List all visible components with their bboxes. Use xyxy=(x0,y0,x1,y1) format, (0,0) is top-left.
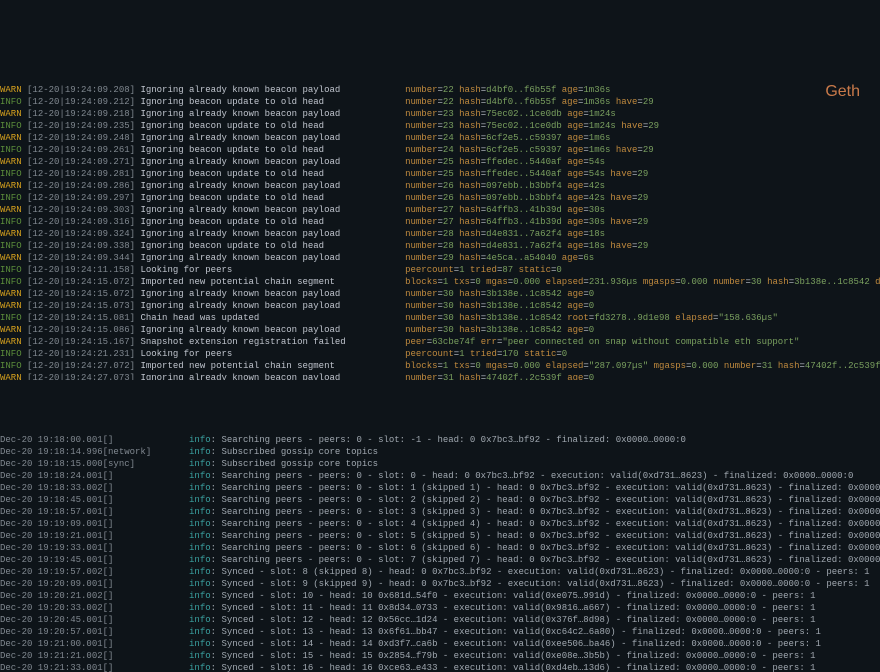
log-line: Dec-20 19:18:57.001[] info: Searching pe… xyxy=(0,506,880,518)
log-line: Dec-20 19:21:33.001[] info: Synced - slo… xyxy=(0,662,880,672)
log-line: Dec-20 19:21:21.002[] info: Synced - slo… xyxy=(0,650,880,662)
log-line: Dec-20 19:18:24.001[] info: Searching pe… xyxy=(0,470,880,482)
log-line: Dec-20 19:18:15.000[sync] info: Subscrib… xyxy=(0,458,880,470)
log-line: Dec-20 19:20:45.001[] info: Synced - slo… xyxy=(0,614,880,626)
log-line: INFO [12-20|19:24:09.261] Ignoring beaco… xyxy=(0,144,880,156)
log-line: Dec-20 19:18:45.001[] info: Searching pe… xyxy=(0,494,880,506)
log-line: WARN [12-20|19:24:09.271] Ignoring alrea… xyxy=(0,156,880,168)
log-line: INFO [12-20|19:24:15.081] Chain head was… xyxy=(0,312,880,324)
log-line: INFO [12-20|19:24:09.235] Ignoring beaco… xyxy=(0,120,880,132)
log-line: INFO [12-20|19:24:09.297] Ignoring beaco… xyxy=(0,192,880,204)
log-line: Dec-20 19:18:00.001[] info: Searching pe… xyxy=(0,434,880,446)
log-line: Dec-20 19:21:00.001[] info: Synced - slo… xyxy=(0,638,880,650)
panel-title-geth: Geth xyxy=(825,86,860,98)
log-line: INFO [12-20|19:24:15.072] Imported new p… xyxy=(0,276,880,288)
panel-separator xyxy=(0,392,880,398)
log-line: Dec-20 19:19:57.002[] info: Synced - slo… xyxy=(0,566,880,578)
log-line: Dec-20 19:20:33.002[] info: Synced - slo… xyxy=(0,602,880,614)
log-line: Dec-20 19:19:21.001[] info: Searching pe… xyxy=(0,530,880,542)
log-line: Dec-20 19:18:14.996[network] info: Subsc… xyxy=(0,446,880,458)
log-line: WARN [12-20|19:24:09.248] Ignoring alrea… xyxy=(0,132,880,144)
log-line: WARN [12-20|19:24:09.324] Ignoring alrea… xyxy=(0,228,880,240)
log-line: WARN [12-20|19:24:09.218] Ignoring alrea… xyxy=(0,108,880,120)
log-line: WARN [12-20|19:24:09.303] Ignoring alrea… xyxy=(0,204,880,216)
log-line: WARN [12-20|19:24:09.344] Ignoring alrea… xyxy=(0,252,880,264)
log-line: INFO [12-20|19:24:21.231] Looking for pe… xyxy=(0,348,880,360)
log-line: Dec-20 19:20:21.002[] info: Synced - slo… xyxy=(0,590,880,602)
log-line: Dec-20 19:20:57.001[] info: Synced - slo… xyxy=(0,626,880,638)
log-line: Dec-20 19:19:45.001[] info: Searching pe… xyxy=(0,554,880,566)
log-line: INFO [12-20|19:24:11.158] Looking for pe… xyxy=(0,264,880,276)
log-line: WARN [12-20|19:24:15.073] Ignoring alrea… xyxy=(0,300,880,312)
log-line: WARN [12-20|19:24:15.072] Ignoring alrea… xyxy=(0,288,880,300)
log-line: Dec-20 19:20:09.001[] info: Synced - slo… xyxy=(0,578,880,590)
log-line: Dec-20 19:19:33.001[] info: Searching pe… xyxy=(0,542,880,554)
geth-log-panel: Geth WARN [12-20|19:24:09.208] Ignoring … xyxy=(0,60,880,380)
log-line: INFO [12-20|19:24:09.316] Ignoring beaco… xyxy=(0,216,880,228)
log-line: INFO [12-20|19:24:09.338] Ignoring beaco… xyxy=(0,240,880,252)
log-line: WARN [12-20|19:24:15.167] Snapshot exten… xyxy=(0,336,880,348)
log-line: WARN [12-20|19:24:09.286] Ignoring alrea… xyxy=(0,180,880,192)
log-line: WARN [12-20|19:24:15.086] Ignoring alrea… xyxy=(0,324,880,336)
log-line: Dec-20 19:19:09.001[] info: Searching pe… xyxy=(0,518,880,530)
log-line: WARN [12-20|19:24:09.208] Ignoring alrea… xyxy=(0,84,880,96)
log-line: Dec-20 19:18:33.002[] info: Searching pe… xyxy=(0,482,880,494)
log-line: INFO [12-20|19:24:09.212] Ignoring beaco… xyxy=(0,96,880,108)
log-line: INFO [12-20|19:24:09.281] Ignoring beaco… xyxy=(0,168,880,180)
log-line: WARN [12-20|19:24:27.073] Ignoring alrea… xyxy=(0,372,880,380)
lodestar-log-panel: Lodestar Dec-20 19:18:00.001[] info: Sea… xyxy=(0,410,880,672)
log-line: INFO [12-20|19:24:27.072] Imported new p… xyxy=(0,360,880,372)
